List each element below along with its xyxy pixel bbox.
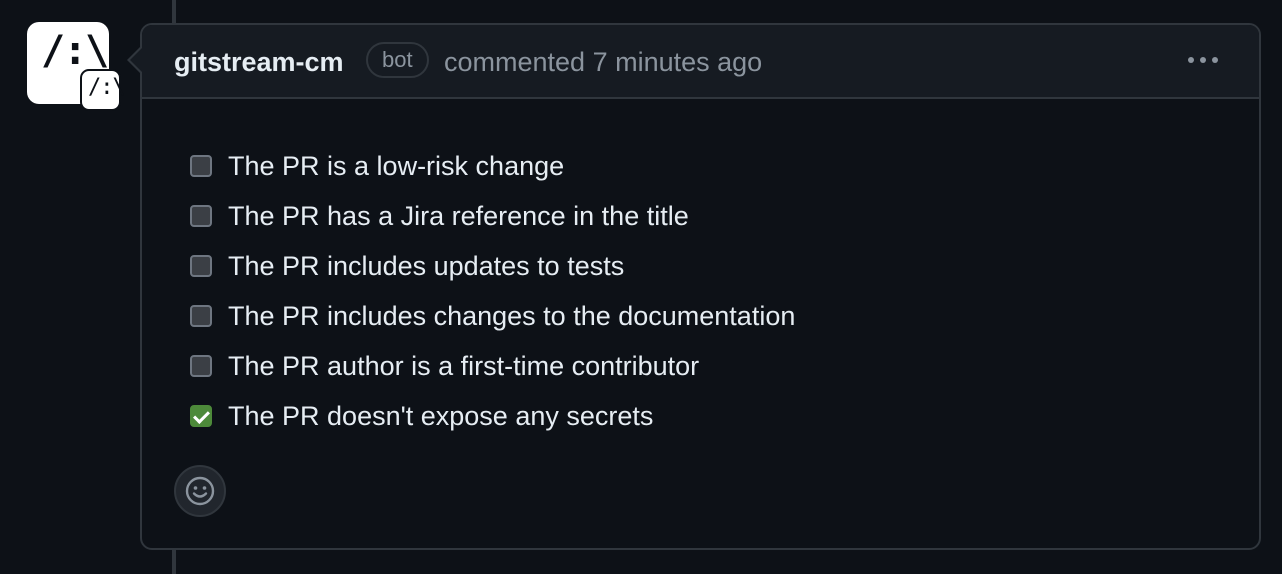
gitstream-small-logo-icon: /:\ bbox=[88, 75, 126, 100]
task-checkbox[interactable] bbox=[190, 255, 212, 277]
task-item: The PR author is a first-time contributo… bbox=[190, 341, 795, 391]
kebab-menu-icon[interactable] bbox=[1183, 45, 1223, 75]
task-checkbox[interactable] bbox=[190, 205, 212, 227]
task-checkbox[interactable] bbox=[190, 305, 212, 327]
menu-dot bbox=[1212, 57, 1218, 63]
comment-caret-fill bbox=[130, 48, 142, 72]
task-label: The PR includes changes to the documenta… bbox=[228, 300, 796, 331]
comment-header: gitstream-cm bot commented 7 minutes ago bbox=[142, 25, 1259, 99]
task-item: The PR has a Jira reference in the title bbox=[190, 191, 795, 241]
comment-card: gitstream-cm bot commented 7 minutes ago… bbox=[140, 23, 1261, 550]
task-label: The PR author is a first-time contributo… bbox=[228, 350, 700, 381]
task-label: The PR has a Jira reference in the title bbox=[228, 200, 689, 231]
task-item: The PR doesn't expose any secrets bbox=[190, 391, 795, 441]
task-item: The PR includes changes to the documenta… bbox=[190, 291, 795, 341]
gitstream-logo-icon: /:\ bbox=[41, 28, 109, 74]
app-badge-avatar: /:\ bbox=[80, 69, 126, 111]
task-label: The PR doesn't expose any secrets bbox=[228, 400, 654, 431]
smiley-icon bbox=[185, 476, 215, 506]
menu-dot bbox=[1200, 57, 1206, 63]
task-checkbox[interactable] bbox=[190, 405, 212, 427]
task-label: The PR includes updates to tests bbox=[228, 250, 625, 281]
task-item: The PR is a low-risk change bbox=[190, 141, 795, 191]
task-checkbox[interactable] bbox=[190, 155, 212, 177]
task-label: The PR is a low-risk change bbox=[228, 150, 565, 181]
add-reaction-button[interactable] bbox=[174, 465, 226, 517]
task-list: The PR is a low-risk change The PR has a… bbox=[190, 141, 795, 441]
comment-timestamp[interactable]: commented 7 minutes ago bbox=[444, 47, 762, 78]
task-checkbox[interactable] bbox=[190, 355, 212, 377]
menu-dot bbox=[1188, 57, 1194, 63]
comment-author-link[interactable]: gitstream-cm bbox=[174, 47, 344, 78]
task-item: The PR includes updates to tests bbox=[190, 241, 795, 291]
bot-badge: bot bbox=[366, 42, 429, 78]
